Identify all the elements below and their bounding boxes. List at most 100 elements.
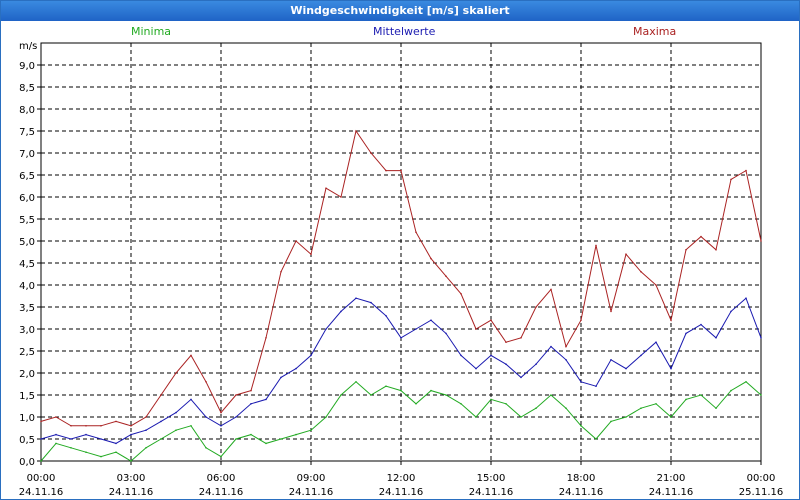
data-point-mittelwerte <box>580 381 582 383</box>
data-point-mittelwerte <box>235 416 237 418</box>
data-point-maxima <box>430 257 432 260</box>
data-point-minima <box>100 455 102 458</box>
data-point-maxima <box>520 337 522 339</box>
data-point-maxima <box>745 169 747 172</box>
data-point-minima <box>55 442 57 445</box>
data-point-maxima <box>325 187 327 189</box>
data-point-minima <box>745 381 747 383</box>
data-point-mittelwerte <box>355 297 357 300</box>
data-point-minima <box>385 385 387 388</box>
data-point-mittelwerte <box>445 332 447 335</box>
data-point-mittelwerte <box>400 337 402 339</box>
data-point-maxima <box>100 425 102 427</box>
x-tick-time-label: 12:00 <box>387 473 416 484</box>
data-point-maxima <box>220 411 222 414</box>
y-tick-label: 3,5 <box>19 303 35 314</box>
data-point-maxima <box>40 420 42 423</box>
y-tick-label: 5,0 <box>19 237 35 248</box>
data-point-maxima <box>715 249 717 251</box>
x-tick-time-label: 21:00 <box>657 473 686 484</box>
x-tick-time-label: 06:00 <box>207 473 236 484</box>
data-point-mittelwerte <box>190 398 192 401</box>
data-point-mittelwerte <box>280 376 282 379</box>
data-point-maxima <box>355 130 357 132</box>
data-point-mittelwerte <box>130 433 132 436</box>
legend-maxima: Maxima <box>633 25 677 38</box>
data-point-minima <box>130 460 132 462</box>
data-point-minima <box>445 394 447 396</box>
data-point-maxima <box>190 354 192 357</box>
x-tick-date-label: 24.11.16 <box>559 487 604 498</box>
plot-area <box>40 42 762 462</box>
data-point-minima <box>715 407 717 410</box>
data-point-minima <box>610 420 612 423</box>
data-point-minima <box>535 407 537 410</box>
data-point-mittelwerte <box>550 345 552 348</box>
data-point-minima <box>730 389 732 392</box>
x-tick-time-label: 00:00 <box>27 473 56 484</box>
x-tick-time-label: 00:00 <box>747 473 776 484</box>
data-point-minima <box>220 455 222 458</box>
data-point-maxima <box>445 275 447 278</box>
data-point-minima <box>40 460 42 462</box>
y-axis-unit: m/s <box>19 41 38 52</box>
data-point-maxima <box>415 231 417 233</box>
chart-window: Windgeschwindigkeit [m/s] skaliert 0,0 0,… <box>0 0 800 500</box>
data-point-maxima <box>610 310 612 313</box>
x-tick-date-label: 25.11.16 <box>739 487 784 498</box>
y-tick-label: 0,5 <box>19 435 35 446</box>
data-point-maxima <box>565 345 567 348</box>
data-point-maxima <box>655 284 657 286</box>
x-tick-date-label: 24.11.16 <box>379 487 424 498</box>
data-point-maxima <box>550 288 552 291</box>
data-point-minima <box>685 398 687 401</box>
data-point-maxima <box>505 341 507 344</box>
data-point-mittelwerte <box>610 359 612 361</box>
data-point-minima <box>310 429 312 432</box>
data-point-mittelwerte <box>460 354 462 357</box>
x-tick-date-label: 24.11.16 <box>19 487 64 498</box>
y-tick-label: 7,5 <box>19 127 35 138</box>
data-point-minima <box>355 381 357 383</box>
data-point-maxima <box>400 169 402 172</box>
data-point-minima <box>325 416 327 418</box>
x-tick-date-label: 24.11.16 <box>469 487 514 498</box>
data-point-mittelwerte <box>685 332 687 335</box>
data-point-minima <box>670 416 672 418</box>
data-point-minima <box>340 394 342 396</box>
data-point-minima <box>640 407 642 410</box>
data-point-minima <box>580 425 582 427</box>
y-tick-label: 6,0 <box>19 193 35 204</box>
data-point-mittelwerte <box>220 425 222 427</box>
data-point-mittelwerte <box>55 433 57 436</box>
chart-plot: 0,0 0,5 1,0 1,5 2,0 2,5 3,0 3,5 4,0 4,5 5,0 5,5 6,0 6… <box>19 42 784 498</box>
data-point-maxima <box>460 293 462 295</box>
data-point-mittelwerte <box>100 438 102 440</box>
data-point-mittelwerte <box>325 328 327 330</box>
data-point-minima <box>70 447 72 449</box>
x-tick-time-label: 09:00 <box>297 473 326 484</box>
window-title: Windgeschwindigkeit [m/s] skaliert <box>1 1 799 21</box>
y-tick-label: 8,0 <box>19 105 35 116</box>
data-point-mittelwerte <box>640 354 642 357</box>
x-tick-time-label: 15:00 <box>477 473 506 484</box>
data-point-minima <box>565 407 567 410</box>
data-point-maxima <box>295 240 297 242</box>
data-point-minima <box>205 447 207 449</box>
data-point-mittelwerte <box>475 367 477 370</box>
data-point-mittelwerte <box>595 385 597 388</box>
data-point-minima <box>415 403 417 405</box>
y-tick-label: 2,0 <box>19 369 35 380</box>
data-point-maxima <box>670 319 672 322</box>
data-point-maxima <box>730 178 732 181</box>
data-point-minima <box>505 403 507 405</box>
data-point-maxima <box>490 319 492 322</box>
data-point-maxima <box>625 253 627 255</box>
data-point-maxima <box>700 235 702 238</box>
data-point-mittelwerte <box>370 301 372 304</box>
data-point-mittelwerte <box>505 363 507 366</box>
data-point-minima <box>250 433 252 436</box>
data-point-maxima <box>55 416 57 418</box>
data-point-minima <box>520 416 522 418</box>
data-point-minima <box>370 394 372 396</box>
